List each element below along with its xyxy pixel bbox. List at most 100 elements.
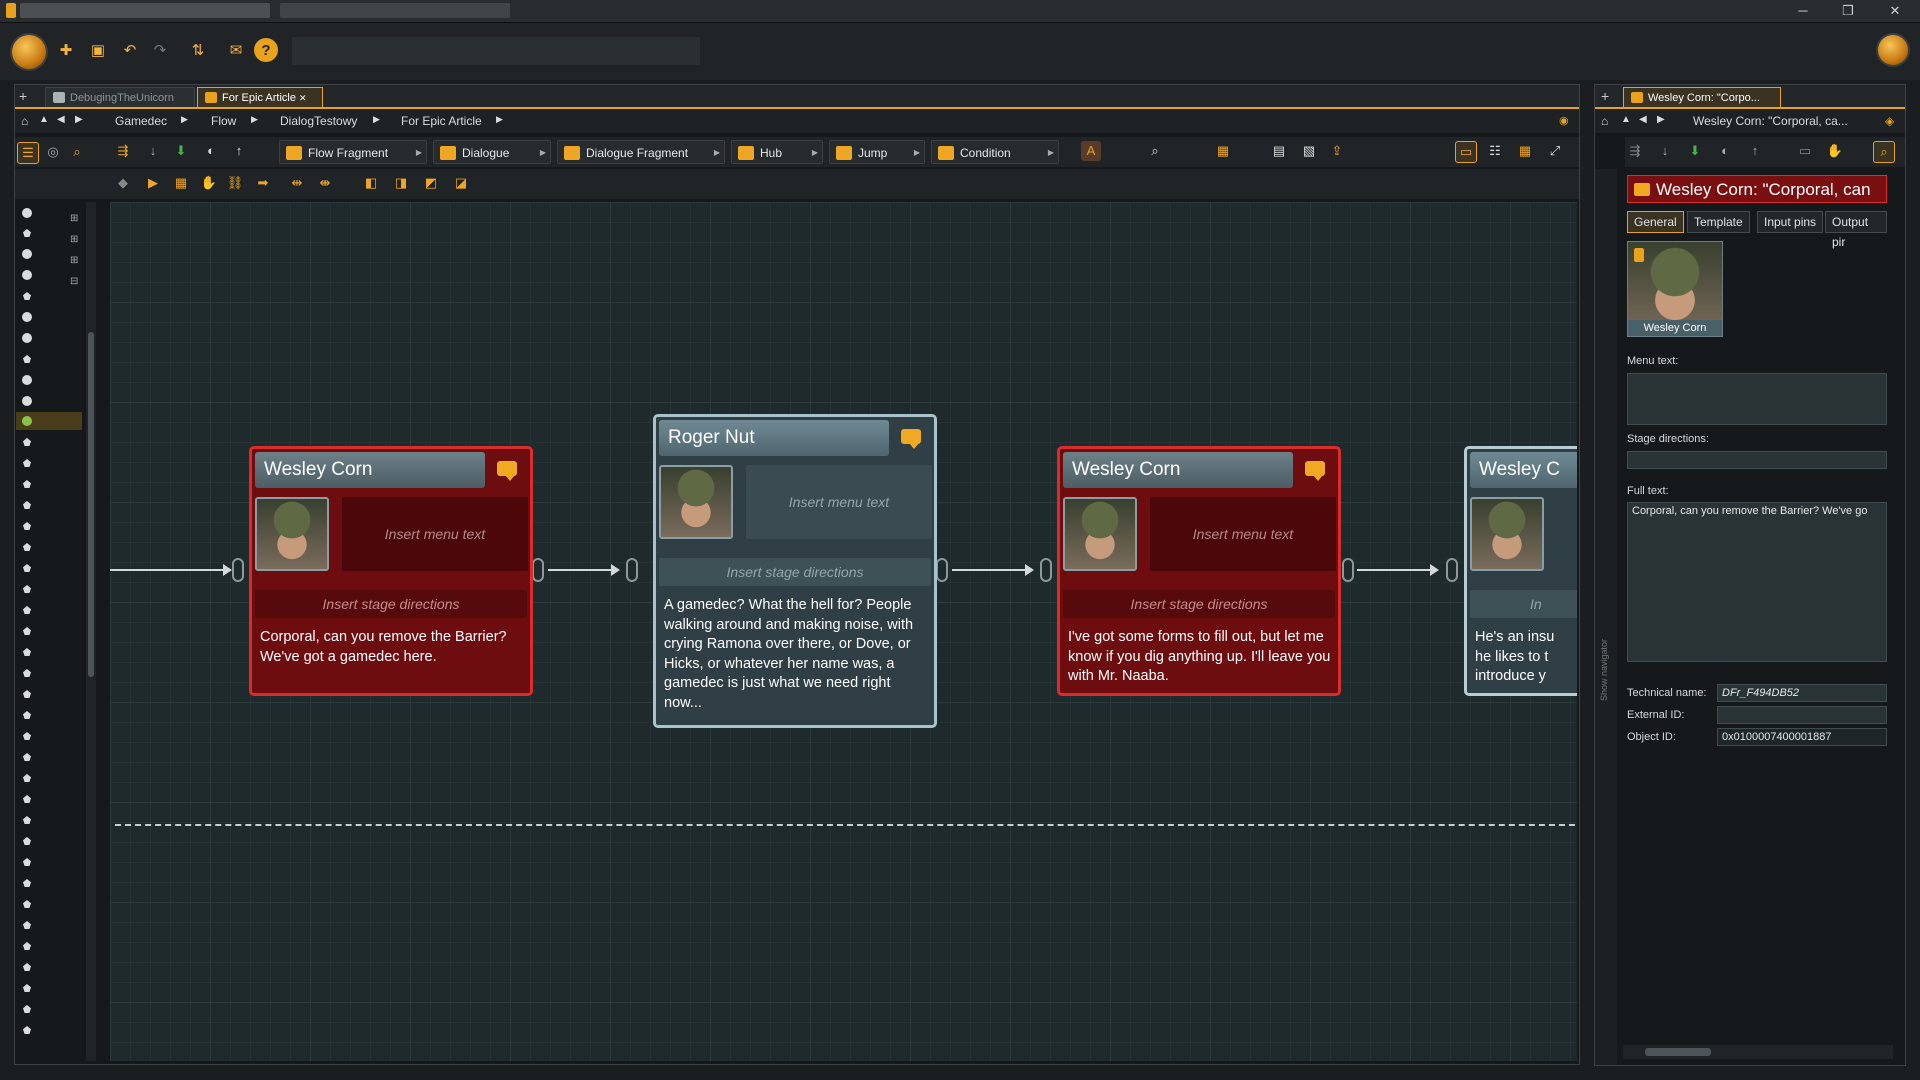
link-icon[interactable]: ◈: [1885, 114, 1894, 128]
dropdown-icon[interactable]: ▶: [540, 141, 546, 165]
layer-back-icon[interactable]: ◪: [451, 173, 471, 193]
node-menu-text[interactable]: Insert menu text: [746, 465, 932, 539]
outline-star-icon[interactable]: [23, 858, 31, 866]
outline-bullet-icon[interactable]: [22, 249, 32, 259]
input-pin[interactable]: [232, 558, 244, 582]
add-jump-button[interactable]: Jump ▶: [829, 140, 925, 164]
menu-text-field[interactable]: [1627, 373, 1887, 425]
forward-icon[interactable]: ▶: [1657, 114, 1665, 125]
tab-debugingtheunicorn[interactable]: DebugingTheUnicorn: [45, 87, 195, 107]
scrollbar-thumb[interactable]: [88, 332, 94, 677]
back-icon[interactable]: ◀: [1639, 114, 1647, 125]
user-badge-icon[interactable]: [1878, 35, 1908, 65]
technical-name-field[interactable]: DFr_F494DB52: [1717, 684, 1887, 702]
outline-star-icon[interactable]: [23, 753, 31, 761]
external-id-field[interactable]: [1717, 706, 1887, 724]
outline-star-icon[interactable]: [23, 292, 31, 300]
node-text[interactable]: A gamedec? What the hell for? People wal…: [664, 596, 932, 713]
outline-star-icon[interactable]: [23, 690, 31, 698]
fit-view-icon[interactable]: ⤢: [1545, 141, 1565, 161]
outline-star-icon[interactable]: [23, 900, 31, 908]
home-icon[interactable]: ⌂: [21, 114, 28, 128]
output-pin[interactable]: [936, 558, 948, 582]
dropdown-icon[interactable]: ▶: [416, 141, 422, 165]
node-text[interactable]: He's an insu he likes to t introduce y: [1475, 628, 1555, 687]
flow-add-icon[interactable]: ⇶: [1625, 141, 1645, 161]
outline-star-icon[interactable]: [23, 1026, 31, 1034]
globe-icon[interactable]: ◐: [1715, 141, 1735, 161]
grid-tool-icon[interactable]: ▦: [171, 173, 191, 193]
undo-icon[interactable]: ↶: [118, 38, 142, 62]
outline-bullet-icon[interactable]: [22, 208, 32, 218]
outline-toggle-icon[interactable]: ☰: [17, 142, 39, 164]
add-condition-button[interactable]: Condition ▶: [931, 140, 1059, 164]
connection-arrow[interactable]: [1357, 564, 1439, 576]
outline-star-icon[interactable]: [23, 564, 31, 572]
node-stage-directions[interactable]: Insert stage directions: [659, 558, 931, 586]
spellcheck-icon[interactable]: A: [1081, 141, 1101, 161]
mail-icon[interactable]: ✉: [224, 38, 248, 62]
outline-star-icon[interactable]: [23, 669, 31, 677]
node-speaker[interactable]: Roger Nut: [659, 420, 889, 456]
app-menu-icon[interactable]: [12, 35, 46, 69]
forward-icon[interactable]: ▶: [75, 114, 83, 125]
new-icon[interactable]: ✚: [54, 38, 78, 62]
hand-tool-icon[interactable]: ✋: [199, 173, 219, 193]
node-text[interactable]: Corporal, can you remove the Barrier? We…: [260, 628, 526, 667]
node-speaker[interactable]: Wesley Corn: [255, 452, 485, 488]
globe-icon[interactable]: ◐: [201, 141, 221, 161]
object-id-field[interactable]: 0x0100007400001887: [1717, 728, 1887, 746]
arrow-down-icon[interactable]: ↓: [1655, 141, 1675, 161]
breadcrumb-item[interactable]: Gamedec: [115, 114, 167, 128]
outline-star-icon[interactable]: [23, 879, 31, 887]
outline-star-icon[interactable]: [23, 711, 31, 719]
outline-star-icon[interactable]: [23, 606, 31, 614]
outline-star-icon[interactable]: [23, 480, 31, 488]
breadcrumb-item[interactable]: For Epic Article: [401, 114, 482, 128]
tab-inspector[interactable]: Wesley Corn: "Corpo...: [1623, 87, 1781, 107]
outline-active-icon[interactable]: [22, 416, 32, 426]
export-icon[interactable]: ⇪: [1327, 141, 1347, 161]
find-icon[interactable]: ⌕: [1145, 141, 1165, 161]
add-hub-button[interactable]: Hub ▶: [731, 140, 823, 164]
node-speaker[interactable]: Wesley Corn: [1063, 452, 1293, 488]
layer-forward-icon[interactable]: ◨: [391, 173, 411, 193]
flow-canvas[interactable]: Wesley Corn Insert menu text Insert stag…: [110, 202, 1577, 1061]
close-tab-icon[interactable]: ✕: [299, 93, 307, 103]
scrollbar-thumb[interactable]: [1645, 1048, 1711, 1056]
pin-down-icon[interactable]: ⬇: [171, 141, 191, 161]
save-icon[interactable]: ▣: [86, 38, 110, 62]
outline-star-icon[interactable]: [23, 648, 31, 656]
outline-star-icon[interactable]: [23, 984, 31, 992]
back-icon[interactable]: ◀: [57, 114, 65, 125]
select-area-icon[interactable]: ▦: [1213, 141, 1233, 161]
distribute-h-icon[interactable]: ⇹: [287, 173, 307, 193]
dropdown-icon[interactable]: ▶: [914, 141, 920, 165]
add-flow-fragment-button[interactable]: Flow Fragment ▶: [279, 140, 427, 164]
rss-icon[interactable]: ◉: [1559, 114, 1569, 127]
speaker-portrait[interactable]: [1063, 497, 1137, 571]
minimize-button[interactable]: ─: [1783, 1, 1823, 21]
pin-down-icon[interactable]: ⬇: [1685, 141, 1705, 161]
output-pin[interactable]: [1342, 558, 1354, 582]
add-dialogue-fragment-button[interactable]: Dialogue Fragment ▶: [557, 140, 725, 164]
full-text-field[interactable]: Corporal, can you remove the Barrier? We…: [1627, 502, 1887, 662]
expand-icons[interactable]: ⊞ ⊞ ⊞ ⊟: [70, 208, 78, 292]
outline-star-icon[interactable]: [23, 459, 31, 467]
outline-star-icon[interactable]: [23, 438, 31, 446]
grid-view-icon[interactable]: ▦: [1515, 141, 1535, 161]
outline-star-icon[interactable]: [23, 355, 31, 363]
speaker-portrait[interactable]: [1470, 497, 1544, 571]
flow-add-icon[interactable]: ⇶: [113, 141, 133, 161]
arrow-right-tool-icon[interactable]: ➡: [253, 173, 273, 193]
outline-bullet-icon[interactable]: [22, 333, 32, 343]
outline-bullet-icon[interactable]: [22, 375, 32, 385]
up-icon[interactable]: ▲: [1621, 114, 1631, 125]
dialogue-fragment-node[interactable]: Wesley C In He's an insu he likes to t i…: [1464, 446, 1577, 696]
outline-star-icon[interactable]: [23, 543, 31, 551]
layer-front-icon[interactable]: ◧: [361, 173, 381, 193]
outline-star-icon[interactable]: [23, 942, 31, 950]
navigator-strip[interactable]: Show navigator: [1595, 169, 1617, 1065]
picture-icon[interactable]: ▧: [1299, 141, 1319, 161]
dropdown-icon[interactable]: ▶: [714, 141, 720, 165]
